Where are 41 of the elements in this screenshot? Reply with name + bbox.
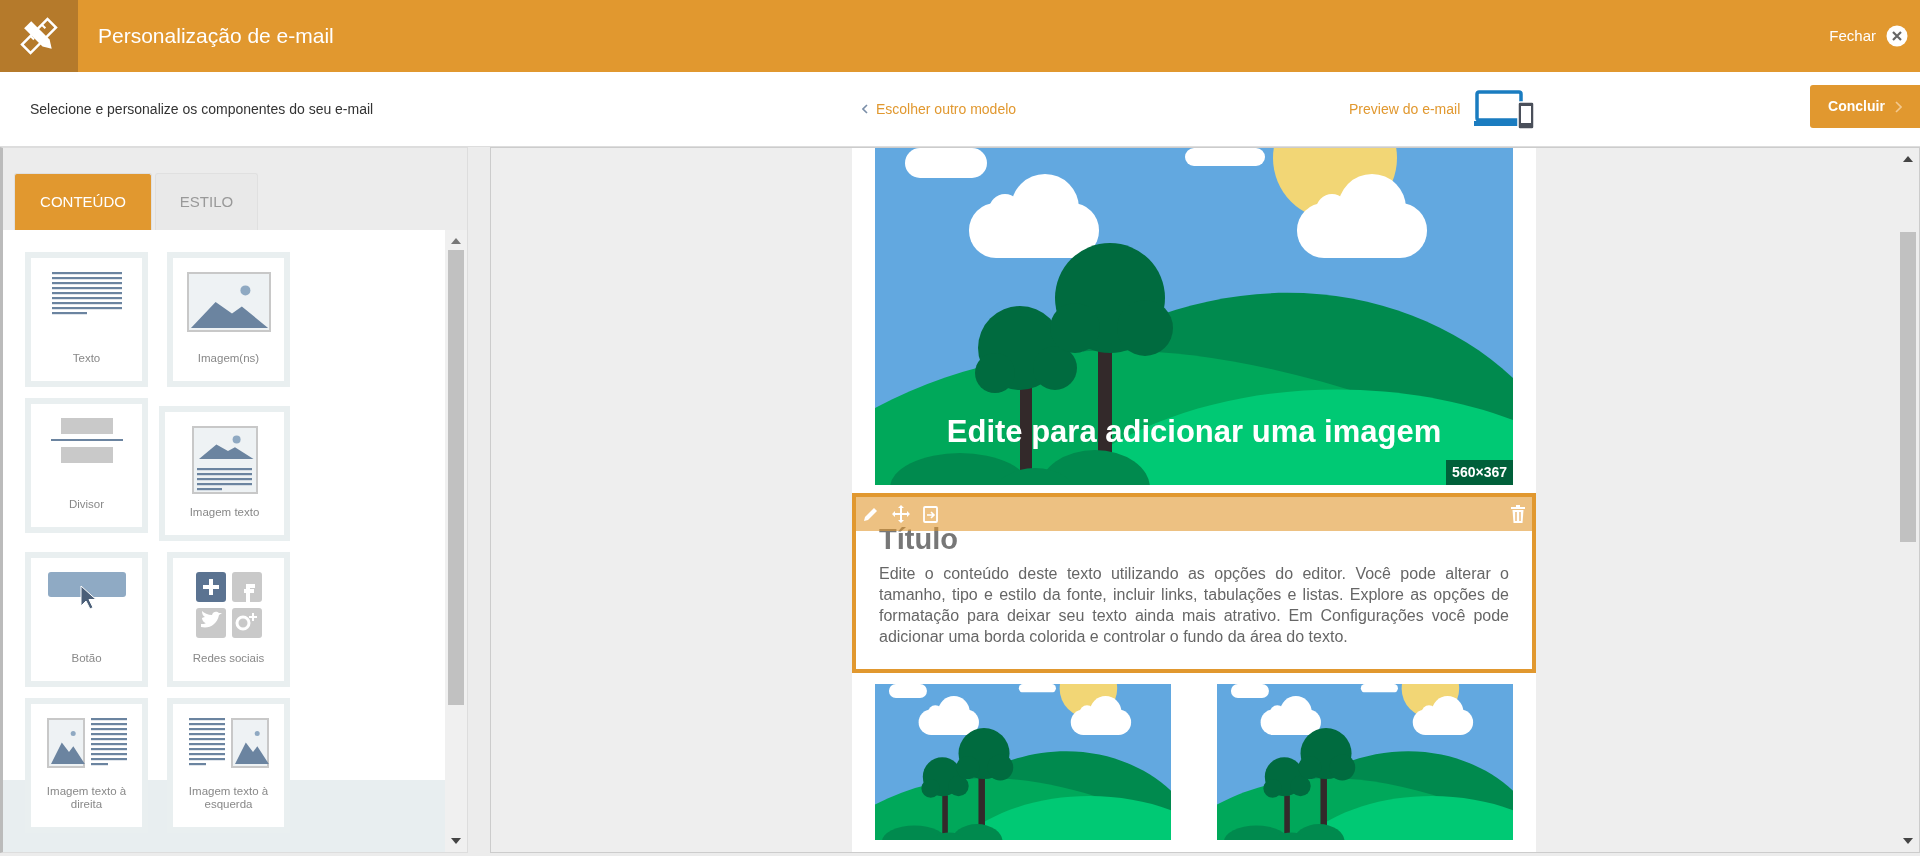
divider-icon <box>50 418 123 464</box>
page-title: Personalização de e-mail <box>98 23 334 50</box>
text-block[interactable] <box>852 493 1536 673</box>
back-link[interactable]: Escolher outro modelo <box>862 98 1017 120</box>
panel-tab[interactable]: ESTILO <box>155 173 258 230</box>
component-tile[interactable]: Botão <box>25 552 148 687</box>
instruction-text: Selecione e personalize os componentes do seu e-mail <box>30 99 374 119</box>
scroll-down-icon <box>451 838 461 844</box>
component-tile[interactable]: Imagem texto <box>159 406 290 541</box>
laptop-phone-icon <box>1474 90 1536 130</box>
chevron-left-icon <box>862 104 868 114</box>
scrollbar-thumb[interactable] <box>1900 232 1916 542</box>
duplicate-icon <box>922 505 940 523</box>
finish-button[interactable]: Concluir <box>1810 85 1920 128</box>
component-tile[interactable]: Redes sociais <box>167 552 290 687</box>
text-left-image-right-icon <box>188 718 269 768</box>
scrollbar-thumb[interactable] <box>448 250 464 705</box>
scroll-up-icon <box>451 238 461 244</box>
block-title: Título <box>879 523 958 555</box>
move-icon <box>892 505 910 523</box>
image-icon <box>186 272 271 332</box>
chevron-right-icon <box>1894 100 1902 113</box>
block-paragraph: Edite o conteúdo deste texto utilizando as opções do editor. Você pode alterar o tamanho, tipo e estilo da fonte, incluir links, tabulações e listas. Explore as opções de formatação para deixar seu texto ainda mais atrativo. Em Configurações você pode adicionar uma borda colorida e controlar o fundo da área do texto. <box>879 564 1509 647</box>
panel-tab[interactable]: CONTEÚDO <box>14 173 152 230</box>
text-lines-icon <box>51 272 122 317</box>
button-cursor-icon <box>47 572 126 612</box>
scroll-up-icon <box>1903 156 1913 162</box>
image-text-icon <box>191 426 258 494</box>
image-left-text-right-icon <box>46 718 127 768</box>
image-size-label: 560×367 <box>1446 460 1513 485</box>
component-tile[interactable]: Imagem(ns) <box>167 252 290 387</box>
social-icons-drawing <box>195 572 262 638</box>
close-button[interactable]: Fechar <box>1825 20 1912 52</box>
component-tile[interactable]: Texto <box>25 252 148 387</box>
pencil-ruler-icon <box>19 16 59 56</box>
trash-icon <box>1510 505 1526 523</box>
close-icon <box>1886 25 1908 47</box>
pencil-icon <box>862 505 880 523</box>
preview-link[interactable]: Preview do e-mail <box>1349 99 1461 120</box>
scroll-down-icon <box>1903 838 1913 844</box>
component-tile[interactable]: Divisor <box>25 398 148 533</box>
